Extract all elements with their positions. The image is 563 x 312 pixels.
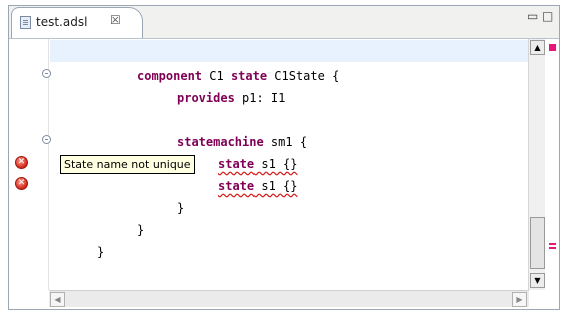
file-icon: [20, 16, 31, 29]
code-line: }: [177, 201, 185, 215]
code-line: state s1 {}: [218, 157, 298, 171]
code-line: }: [97, 245, 105, 259]
error-tooltip: State name not unique: [60, 155, 195, 174]
editor-tabstrip: test.adsl ☒ ▭ □: [9, 6, 559, 39]
code-line: statemachine sm1 {: [177, 135, 308, 149]
scroll-left-button[interactable]: ◀: [50, 292, 65, 307]
error-icon[interactable]: ✕: [15, 156, 28, 169]
scroll-up-button[interactable]: ▲: [530, 40, 545, 55]
error-icon[interactable]: ✕: [15, 177, 28, 190]
code-line: }: [137, 223, 145, 237]
maximize-icon[interactable]: □: [542, 9, 553, 23]
tab-label: test.adsl: [36, 15, 88, 29]
overview-error-marker[interactable]: [549, 44, 556, 51]
tab-test-adsl[interactable]: test.adsl ☒: [11, 7, 143, 38]
editor-window: test.adsl ☒ ▭ □ ✕ ✕ component C1 state C…: [8, 5, 560, 310]
scroll-right-button[interactable]: ▶: [512, 292, 527, 307]
vertical-scrollbar[interactable]: ▲ ▼: [528, 39, 545, 290]
code-editor[interactable]: ✕ ✕ component C1 state C1State { provide…: [10, 39, 540, 290]
close-icon[interactable]: ☒: [110, 13, 121, 27]
scroll-thumb[interactable]: [530, 217, 545, 269]
overview-error-marker[interactable]: [549, 247, 556, 249]
minimize-icon[interactable]: ▭: [527, 9, 538, 23]
scroll-down-button[interactable]: ▼: [530, 273, 545, 288]
overview-error-marker[interactable]: [549, 243, 556, 245]
code-line: provides p1: I1: [177, 91, 286, 105]
code-line: component C1 state C1State {: [137, 69, 340, 83]
horizontal-scrollbar[interactable]: ◀ ▶: [49, 290, 529, 307]
overview-ruler[interactable]: [546, 39, 559, 290]
code-line: state s1 {}: [218, 179, 298, 193]
